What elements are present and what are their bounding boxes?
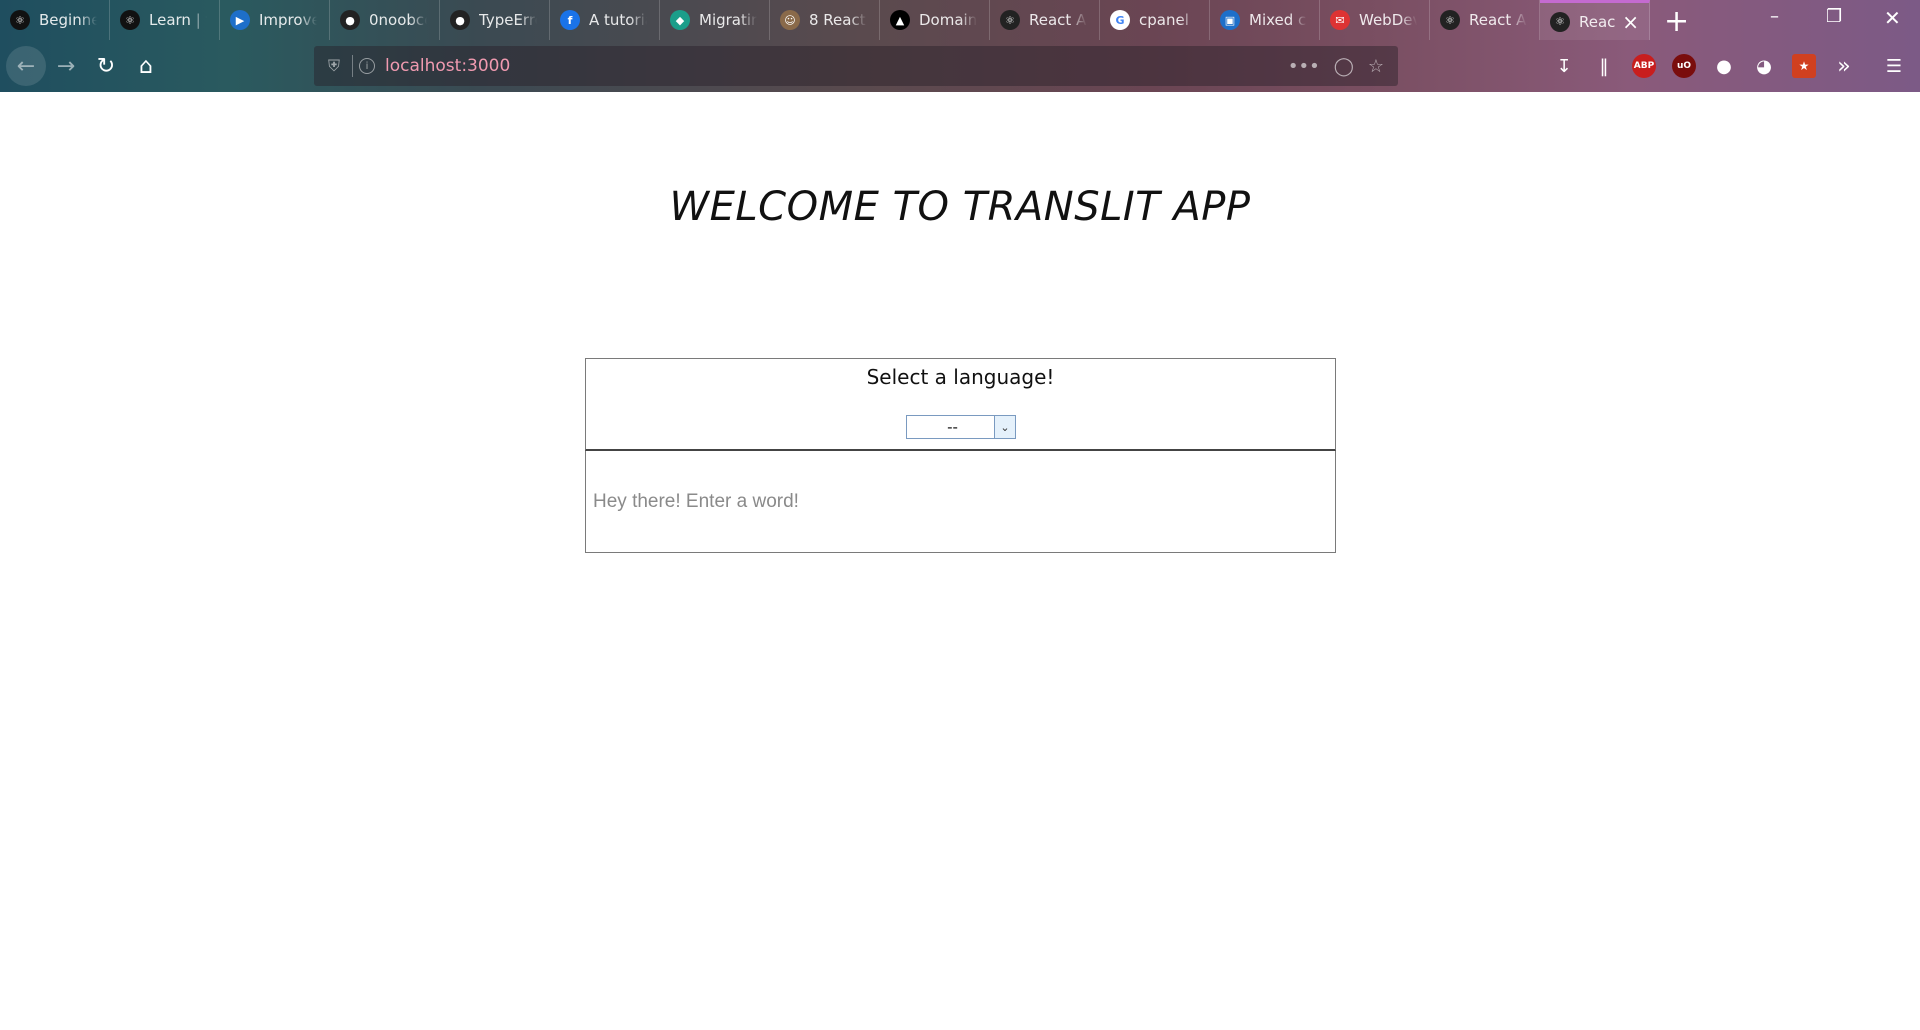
tab-label: WebDev <box>1359 11 1417 29</box>
tab-label: Beginner <box>39 11 97 29</box>
language-select[interactable]: -- ⌄ <box>906 415 1016 439</box>
tab-label: React Ap <box>1469 11 1527 29</box>
address-bar[interactable]: ⛨ i localhost:3000 ••• ◯ ☆ <box>314 46 1398 86</box>
browser-tab[interactable]: f A tutoria <box>550 0 660 40</box>
tab-label: 0noobco <box>369 11 427 29</box>
play-icon: ▶ <box>230 10 250 30</box>
new-tab-button[interactable]: + <box>1664 4 1689 39</box>
tab-label: Improve <box>259 11 317 29</box>
tab-label: TypeErro <box>479 11 537 29</box>
react-icon: ⚛ <box>1550 11 1570 32</box>
tab-label: Learn | fr <box>149 11 207 29</box>
url-text[interactable]: localhost:3000 <box>385 56 510 76</box>
tab-label: Domain <box>919 11 977 29</box>
library-icon[interactable]: ‖ <box>1592 54 1616 78</box>
browser-tab[interactable]: ◆ Migratin <box>660 0 770 40</box>
bookmark-star-icon[interactable]: ☆ <box>1368 56 1384 77</box>
image-icon: ▣ <box>1220 10 1240 30</box>
word-panel <box>585 451 1336 553</box>
back-button[interactable]: ← <box>6 46 46 86</box>
page-actions-icon[interactable]: ••• <box>1288 56 1320 77</box>
browser-tab[interactable]: ✉ WebDev <box>1320 0 1430 40</box>
close-window-icon[interactable]: ✕ <box>1884 6 1901 30</box>
react-icon: ⚛ <box>10 10 30 30</box>
tab-strip: ⚛ Beginner ⚛ Learn | fr ▶ Improve ● 0noobco ● Typ… <box>0 0 1920 40</box>
diamond-icon: ◆ <box>670 10 690 30</box>
browser-tab[interactable]: ▶ Improve <box>220 0 330 40</box>
tab-label: 8 React <box>809 11 866 29</box>
page-title: WELCOME TO TRANSLIT APP <box>669 184 1251 230</box>
language-panel: Select a language! -- ⌄ <box>585 358 1336 451</box>
browser-tab[interactable]: ☺ 8 React <box>770 0 880 40</box>
extension-icon[interactable]: ● <box>1712 54 1736 78</box>
tab-label: React Ap <box>1029 11 1087 29</box>
browser-tab[interactable]: ⚛ Reac × <box>1540 0 1650 40</box>
chevron-down-icon[interactable]: ⌄ <box>994 416 1015 438</box>
downloads-icon[interactable]: ↧ <box>1552 54 1576 78</box>
browser-tab[interactable]: ⚛ React Ap <box>1430 0 1540 40</box>
f-icon: f <box>560 10 580 30</box>
browser-tab[interactable]: ⚛ Beginner <box>0 0 110 40</box>
pocket-icon[interactable]: ◯ <box>1334 56 1354 77</box>
page-content: WELCOME TO TRANSLIT APP Select a languag… <box>0 92 1920 1030</box>
globe-icon[interactable]: ◕ <box>1752 54 1776 78</box>
nav-bar: ← → ↻ ⌂ ⛨ i localhost:3000 ••• ◯ ☆ ↧ ‖ A… <box>0 46 1920 86</box>
tracking-shield-icon[interactable]: ⛨ <box>328 56 340 76</box>
tab-label: cpanel <box>1139 11 1189 29</box>
site-info-icon[interactable]: i <box>359 58 376 74</box>
forward-button[interactable]: → <box>48 48 84 84</box>
url-divider <box>352 55 354 77</box>
extension-badge-icon[interactable]: ★ <box>1792 54 1816 78</box>
overflow-chevron-icon[interactable]: » <box>1832 54 1856 79</box>
language-select-value: -- <box>947 418 958 436</box>
browser-tab[interactable]: ⚛ React Ap <box>990 0 1100 40</box>
browser-tab[interactable]: ▲ Domain <box>880 0 990 40</box>
google-icon: G <box>1110 10 1130 30</box>
translit-card: Select a language! -- ⌄ <box>585 358 1336 553</box>
close-tab-icon[interactable]: × <box>1622 10 1639 34</box>
react-icon: ⚛ <box>1000 10 1020 30</box>
reload-button[interactable]: ↻ <box>88 48 124 84</box>
browser-tab[interactable]: ⚛ Learn | fr <box>110 0 220 40</box>
restore-icon[interactable]: ❐ <box>1826 6 1842 27</box>
browser-tab[interactable]: ● 0noobco <box>330 0 440 40</box>
tab-label: Mixed c <box>1249 11 1307 29</box>
language-prompt: Select a language! <box>866 365 1055 389</box>
url-actions: ••• ◯ ☆ <box>1288 46 1384 86</box>
browser-chrome: ⚛ Beginner ⚛ Learn | fr ▶ Improve ● 0noobco ● Typ… <box>0 0 1920 92</box>
adblock-icon[interactable]: ABP <box>1632 54 1656 78</box>
browser-tab[interactable]: ▣ Mixed c <box>1210 0 1320 40</box>
tab-label: Migratin <box>699 11 757 29</box>
monkey-icon: ☺ <box>780 10 800 30</box>
github-icon: ● <box>340 10 360 30</box>
word-input[interactable] <box>586 451 1335 552</box>
tab-label: A tutoria <box>589 11 647 29</box>
browser-tab[interactable]: ● TypeErro <box>440 0 550 40</box>
minimize-icon[interactable]: – <box>1770 6 1779 27</box>
react-icon: ⚛ <box>1440 10 1460 30</box>
react-icon: ⚛ <box>120 10 140 30</box>
home-button[interactable]: ⌂ <box>128 48 164 84</box>
triangle-icon: ▲ <box>890 10 910 30</box>
mail-icon: ✉ <box>1330 10 1350 30</box>
ublock-icon[interactable]: uO <box>1672 54 1696 78</box>
github-icon: ● <box>450 10 470 30</box>
browser-tab[interactable]: Gcpanel <box>1100 0 1210 40</box>
hamburger-menu-icon[interactable]: ☰ <box>1882 54 1906 78</box>
